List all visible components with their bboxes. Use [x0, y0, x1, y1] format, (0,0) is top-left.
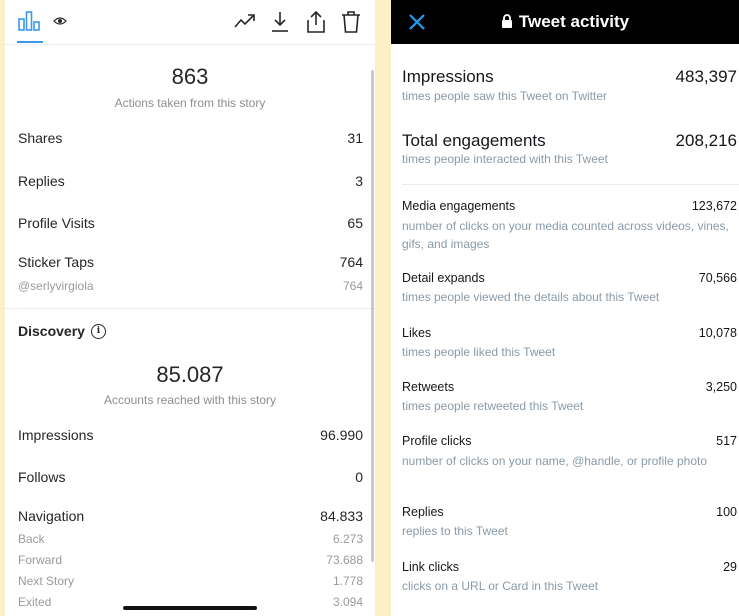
header-title: Tweet activity: [391, 12, 739, 33]
info-icon[interactable]: i: [90, 323, 106, 339]
nav-exited-label: Exited: [18, 595, 52, 609]
nav-back-label: Back: [18, 532, 45, 546]
actions-caption: Actions taken from this story: [114, 96, 266, 110]
total-engagements-desc: times people interacted with this Tweet: [402, 152, 608, 166]
divider: [5, 44, 375, 45]
actions-total: 863: [171, 64, 209, 89]
eye-icon[interactable]: [53, 14, 67, 32]
shares-label: Shares: [18, 130, 63, 146]
media-engagements-label: Media engagements: [402, 199, 516, 213]
scrollbar[interactable]: [371, 70, 374, 562]
replies-label: Replies: [18, 173, 65, 189]
sticker-taps-value: 764: [339, 254, 363, 270]
nav-exited-value: 3.094: [332, 595, 363, 609]
profile-visits-value: 65: [347, 215, 363, 231]
media-engagements-desc: number of clicks on your media counted a…: [402, 219, 729, 251]
replies-label: Replies: [402, 505, 444, 519]
follows-value: 0: [355, 469, 363, 485]
home-indicator[interactable]: [123, 606, 257, 610]
nav-next-story-value: 1.778: [332, 574, 363, 588]
download-icon[interactable]: [270, 10, 290, 39]
total-engagements-label: Total engagements: [402, 131, 546, 150]
media-engagements-value: 123,672: [691, 199, 737, 213]
sticker-handle-value: 764: [342, 279, 363, 293]
discovery-title: Discovery: [18, 323, 85, 339]
divider: [5, 308, 375, 309]
story-insights-panel: 863 Actions taken from this story Shares…: [5, 0, 375, 616]
replies-desc: replies to this Tweet: [402, 524, 508, 538]
nav-next-story-label: Next Story: [18, 574, 75, 588]
lock-icon: [501, 13, 513, 33]
sticker-handle-label: @serlyvirgiola: [18, 279, 94, 293]
active-tab-indicator: [17, 41, 43, 43]
likes-value: 10,078: [698, 326, 737, 340]
header-title-text: Tweet activity: [518, 12, 630, 31]
detail-expands-label: Detail expands: [402, 271, 485, 285]
total-engagements-value: 208,216: [675, 131, 737, 150]
divider: [402, 184, 739, 185]
accounts-reached-total: 85.087: [156, 362, 224, 387]
nav-back-value: 6.273: [332, 532, 363, 546]
replies-value: 100: [716, 505, 737, 519]
navigation-label: Navigation: [18, 508, 85, 524]
accounts-reached-caption: Accounts reached with this story: [103, 393, 277, 407]
retweets-label: Retweets: [402, 380, 455, 394]
likes-desc: times people liked this Tweet: [402, 345, 556, 359]
link-clicks-value: 29: [723, 560, 737, 574]
trash-icon[interactable]: [341, 10, 361, 39]
navigation-value: 84.833: [320, 508, 363, 524]
nav-forward-value: 73.688: [326, 553, 363, 567]
likes-label: Likes: [402, 326, 432, 340]
detail-expands-desc: times people viewed the details about th…: [402, 290, 660, 304]
profile-clicks-value: 517: [716, 434, 737, 448]
detail-expands-value: 70,566: [698, 271, 737, 285]
insights-toolbar: [5, 0, 375, 44]
impressions-desc: times people saw this Tweet on Twitter: [402, 89, 607, 103]
tweet-activity-panel: Tweet activity Impressions 483,397 times…: [391, 0, 739, 616]
sticker-taps-label: Sticker Taps: [18, 254, 94, 270]
follows-label: Follows: [18, 469, 66, 485]
profile-clicks-desc: number of clicks on your name, @handle, …: [402, 454, 708, 468]
link-clicks-desc: clicks on a URL or Card in this Tweet: [402, 579, 599, 593]
impressions-label: Impressions: [18, 427, 94, 443]
bar-chart-icon[interactable]: [17, 10, 41, 37]
impressions-value: 96.990: [320, 427, 363, 443]
trending-icon[interactable]: [233, 10, 257, 37]
shares-value: 31: [347, 130, 363, 146]
impressions-value: 483,397: [675, 67, 737, 86]
profile-visits-label: Profile Visits: [18, 215, 95, 231]
replies-value: 3: [355, 173, 363, 189]
impressions-label: Impressions: [402, 67, 494, 86]
link-clicks-label: Link clicks: [402, 560, 459, 574]
share-icon[interactable]: [305, 10, 327, 39]
nav-forward-label: Forward: [18, 553, 63, 567]
tweet-activity-header: Tweet activity: [391, 0, 739, 44]
retweets-desc: times people retweeted this Tweet: [402, 399, 584, 413]
discovery-heading: Discovery i: [18, 323, 106, 339]
profile-clicks-label: Profile clicks: [402, 434, 472, 448]
retweets-value: 3,250: [705, 380, 737, 394]
